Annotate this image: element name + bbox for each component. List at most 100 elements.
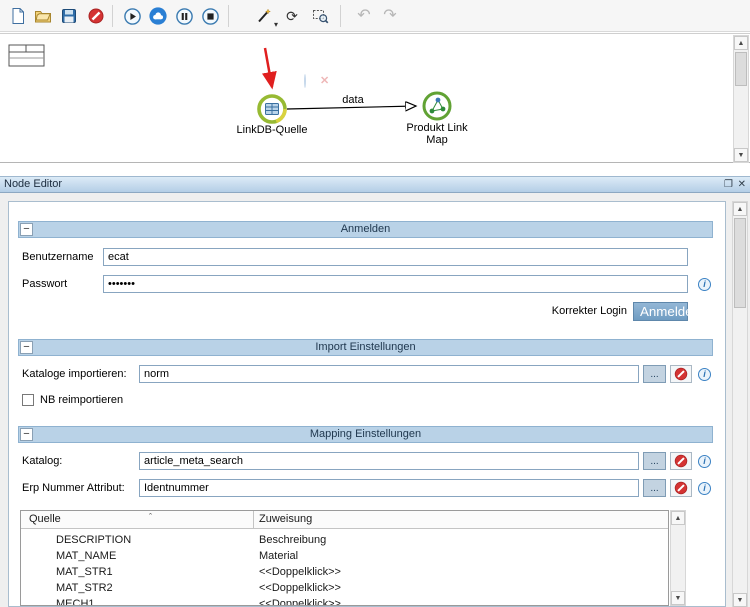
section-header-anmelden: Anmelden (18, 221, 713, 238)
error-icon (674, 454, 688, 468)
username-label: Benutzername (22, 248, 94, 266)
catalog-field[interactable] (139, 452, 639, 470)
info-icon[interactable]: i (698, 482, 711, 495)
ghost-delete-icon: ✕ (320, 75, 329, 88)
new-file-icon (9, 7, 27, 25)
save-icon (60, 7, 78, 25)
table-row[interactable]: MAT_STR1 <<Doppelklick>> (21, 564, 668, 580)
error-state-button[interactable] (670, 479, 692, 497)
info-icon[interactable]: i (698, 455, 711, 468)
password-label: Passwort (22, 275, 67, 293)
cell-quelle[interactable]: MAT_STR1 (56, 564, 113, 580)
stop-button[interactable] (198, 4, 222, 28)
node-editor-title: Node Editor (4, 178, 62, 190)
scroll-down-button[interactable]: ▼ (734, 148, 748, 162)
browse-catalog-button[interactable]: ... (643, 452, 666, 470)
browse-catalogs-button[interactable]: ... (643, 365, 666, 383)
section-header-import: Import Einstellungen (18, 339, 713, 356)
table-row[interactable]: MECH1 <<Doppelklick>> (21, 596, 668, 606)
cell-zuweisung[interactable]: <<Doppelklick>> (259, 596, 341, 606)
table-row[interactable]: MAT_NAME Material (21, 548, 668, 564)
node-label-produkt-line2: Map (397, 134, 477, 146)
cell-zuweisung[interactable]: <<Doppelklick>> (259, 580, 341, 596)
edge-data[interactable] (287, 106, 416, 109)
column-header-quelle[interactable]: Quelle (29, 511, 61, 528)
cell-quelle[interactable]: DESCRIPTION (56, 532, 131, 548)
login-button[interactable]: Anmelden (633, 302, 688, 321)
info-icon[interactable]: i (698, 368, 711, 381)
catalogs-import-field[interactable] (139, 365, 639, 383)
node-editor-content: Anmelden − Benutzername Passwort i Korre… (8, 201, 726, 607)
redo-button[interactable]: ↷ (378, 4, 402, 28)
column-header-zuweisung[interactable]: Zuweisung (259, 511, 312, 528)
section-title: Anmelden (341, 223, 391, 235)
toolbar-separator (112, 5, 113, 27)
section-title: Mapping Einstellungen (310, 428, 421, 440)
error-state-button[interactable] (670, 452, 692, 470)
section-header-mapping: Mapping Einstellungen (18, 426, 713, 443)
close-icon[interactable]: ✕ (738, 178, 746, 192)
cell-quelle[interactable]: MAT_STR2 (56, 580, 113, 596)
catalog-label: Katalog: (22, 452, 62, 470)
cell-zuweisung[interactable]: Beschreibung (259, 532, 326, 548)
collapse-button-anmelden[interactable]: − (20, 223, 33, 236)
red-pointer-arrow (265, 48, 272, 87)
section-title: Import Einstellungen (315, 341, 415, 353)
nb-reimport-checkbox[interactable] (22, 394, 34, 406)
scroll-down-button[interactable]: ▼ (733, 593, 747, 607)
edge-label: data (330, 94, 376, 106)
reload-button[interactable]: ⟳ (280, 4, 304, 28)
node-linkdb-quelle[interactable] (256, 93, 288, 125)
browse-erp-button[interactable]: ... (643, 479, 666, 497)
username-field[interactable] (103, 248, 688, 266)
scrollbar-thumb[interactable] (735, 52, 747, 86)
undo-icon: ↶ (357, 9, 370, 23)
open-file-button[interactable] (31, 4, 55, 28)
pause-icon (175, 7, 194, 26)
error-state-button[interactable] (670, 365, 692, 383)
pointer-mode-button[interactable]: ▾ (252, 4, 276, 28)
erp-attribute-field[interactable] (139, 479, 639, 497)
scroll-up-button[interactable]: ▲ (734, 36, 748, 50)
collapse-button-import[interactable]: − (20, 341, 33, 354)
zoom-select-button[interactable] (308, 4, 332, 28)
canvas-scrollbar[interactable]: ▲ ▼ (733, 35, 749, 163)
undo-button[interactable]: ↶ (352, 4, 376, 28)
node-editor-scrollbar[interactable]: ▲ ▼ (732, 201, 748, 607)
redo-icon: ↷ (383, 9, 396, 23)
run-cloud-button[interactable] (146, 4, 170, 28)
pause-button[interactable] (172, 4, 196, 28)
cell-zuweisung[interactable]: Material (259, 548, 298, 564)
cell-quelle[interactable]: MAT_NAME (56, 548, 116, 564)
table-row[interactable]: MAT_STR2 <<Doppelklick>> (21, 580, 668, 596)
collapse-button-mapping[interactable]: − (20, 428, 33, 441)
password-field[interactable] (103, 275, 688, 293)
scroll-up-button[interactable]: ▲ (671, 511, 685, 525)
node-editor-titlebar[interactable]: Node Editor ❐ ✕ (0, 176, 750, 193)
wand-icon (255, 7, 273, 25)
dropdown-arrow-icon[interactable]: ▾ (274, 20, 278, 29)
ghost-run-icon (304, 75, 306, 88)
open-folder-icon (34, 7, 52, 25)
save-button[interactable] (57, 4, 81, 28)
table-row[interactable]: DESCRIPTION Beschreibung (21, 532, 668, 548)
workflow-canvas[interactable]: ✕ data LinkDB-Quelle Produkt Link Map ▲ … (0, 33, 750, 163)
info-icon[interactable]: i (698, 278, 711, 291)
error-icon (674, 367, 688, 381)
cloud-icon (148, 6, 168, 26)
new-file-button[interactable] (6, 4, 30, 28)
cell-zuweisung[interactable]: <<Doppelklick>> (259, 564, 341, 580)
sort-ascending-icon: ˆ (149, 510, 152, 526)
node-produkt-link-map[interactable] (421, 90, 453, 122)
main-toolbar: ▾ ⟳ ↶ ↷ (0, 0, 750, 32)
abort-button[interactable] (84, 4, 108, 28)
node-label-produkt-line1: Produkt Link (397, 122, 477, 134)
scroll-down-button[interactable]: ▼ (671, 591, 685, 605)
table-scrollbar[interactable]: ▲ ▼ (670, 510, 686, 606)
scrollbar-thumb[interactable] (734, 218, 746, 308)
column-divider[interactable] (253, 511, 254, 529)
run-button[interactable] (120, 4, 144, 28)
scroll-up-button[interactable]: ▲ (733, 202, 747, 216)
cell-quelle[interactable]: MECH1 (56, 596, 95, 606)
float-window-icon[interactable]: ❐ (724, 178, 733, 192)
